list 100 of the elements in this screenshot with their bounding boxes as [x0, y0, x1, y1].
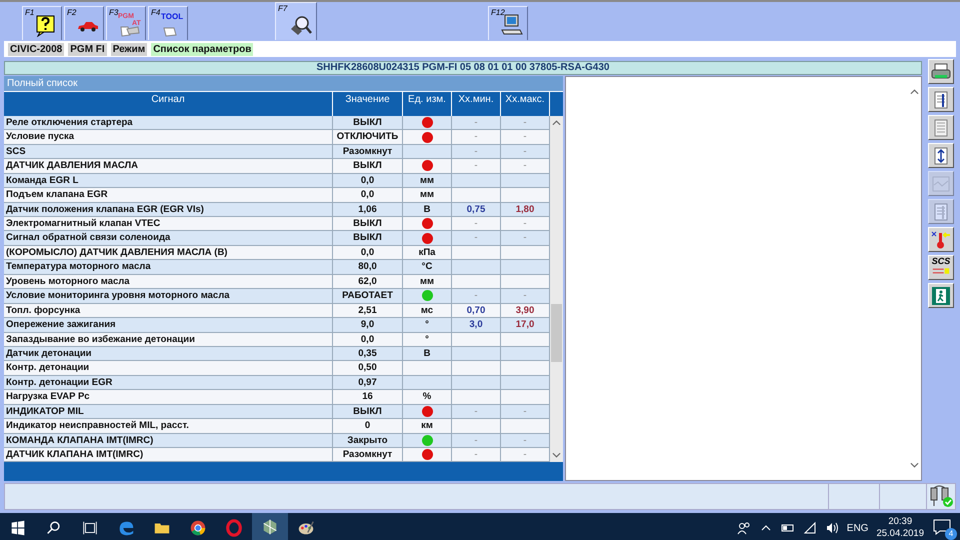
table-cell: 3,90	[516, 304, 534, 316]
table-row[interactable]: ДАТЧИК ДАВЛЕНИЯ МАСЛА ВЫКЛ - -	[4, 159, 550, 174]
table-row[interactable]: Контр. детонации EGR 0,97	[4, 376, 550, 390]
scrollbar[interactable]	[550, 116, 563, 462]
table-cell: 0,35	[358, 348, 377, 359]
table-cell: Разомкнут	[342, 146, 392, 157]
notification-count: 4	[945, 528, 957, 540]
table-row[interactable]: Условие пуска ОТКЛЮЧИТЬ - -	[4, 130, 550, 145]
table-cell: Температура моторного масла	[6, 261, 151, 272]
list-button[interactable]	[928, 115, 954, 140]
scroll-up-icon[interactable]	[552, 120, 561, 126]
plug-icon	[931, 266, 951, 276]
exit-button[interactable]	[928, 283, 954, 308]
clock-time[interactable]: 20:39	[888, 516, 912, 528]
table-cell: ОТКЛЮЧИТЬ	[336, 131, 398, 142]
updown-button[interactable]	[928, 143, 954, 168]
table-cell: Нагрузка EVAP Pc	[6, 391, 90, 402]
print-button[interactable]	[928, 59, 954, 84]
table-cell: -	[474, 449, 478, 460]
table-row[interactable]: Контр. детонации 0,50	[4, 361, 550, 376]
table-row[interactable]: ИНДИКАТОР MIL ВЫКЛ - -	[4, 404, 550, 420]
table-cell: Условие пуска	[6, 131, 74, 142]
table-row[interactable]: ДАТЧИК КЛАПАНА IMT(IMRC) Разомкнут - -	[4, 448, 550, 462]
people-icon[interactable]	[736, 521, 751, 535]
table-row[interactable]: Топл. форсунка 2,51 мс 0,70 3,90	[4, 304, 550, 318]
table-row[interactable]: Запаздывание во избежание детонации 0,0 °	[4, 332, 550, 347]
scroll-down-icon[interactable]	[910, 462, 918, 468]
table-cell: Условие мониторинга уровня моторного масла	[6, 290, 230, 302]
table-cell: мс	[420, 304, 434, 316]
table-cell: 0,0	[360, 189, 374, 200]
table-cell: Топл. форсунка	[6, 304, 80, 316]
function-tab[interactable]: F7	[275, 2, 317, 40]
table-cell: 0,50	[358, 362, 377, 374]
table-row[interactable]: Условие мониторинга уровня моторного масла РАБОТАЕТ - -	[4, 289, 550, 304]
table-cell: 0,0	[360, 246, 374, 258]
table-cell: -	[523, 218, 527, 229]
table-row[interactable]: Подъем клапана EGR 0,0 мм	[4, 188, 550, 203]
table-cell: Датчик детонации	[6, 348, 92, 359]
table-row[interactable]: Опережение зажигания 9,0 ° 3,0 17,0	[4, 318, 550, 332]
table-cell: °	[425, 334, 429, 344]
function-tab[interactable]: F1	[22, 6, 62, 40]
function-tab[interactable]: F2	[64, 6, 104, 40]
car-icon	[76, 21, 100, 32]
table-row[interactable]: SCS Разомкнут - -	[4, 144, 550, 160]
table-row[interactable]: Электромагнитный клапан VTEC ВЫКЛ - -	[4, 217, 550, 232]
table-cell: ВЫКЛ	[353, 232, 382, 244]
table-cell: ВЫКЛ	[353, 218, 382, 229]
table-cell: -	[523, 131, 527, 142]
table-cell: Реле отключения стартера	[6, 116, 133, 128]
table-cell: КОМАНДА КЛАПАНА IMT(IMRC)	[6, 434, 154, 446]
table-cell: %	[422, 391, 432, 402]
table-row[interactable]: Датчик положения клапана EGR (EGR VIs) 1,06 В 0,75 1,80	[4, 202, 550, 217]
function-tab[interactable]: F12	[488, 6, 528, 40]
table-cell: Закрыто	[347, 434, 388, 446]
table-cell: км	[421, 420, 433, 432]
breadcrumb-item: CIVIC-2008	[8, 42, 64, 56]
table-row[interactable]: Индикатор неисправностей MIL, расст. 0 км	[4, 419, 550, 434]
windows-start-icon[interactable]	[9, 519, 27, 537]
table-row[interactable]: КОМАНДА КЛАПАНА IMT(IMRC) Закрыто - -	[4, 434, 550, 448]
table-row[interactable]: Нагрузка EVAP Pc 16 %	[4, 390, 550, 405]
scs-button[interactable]: SCS	[928, 255, 954, 280]
language-indicator[interactable]: ENG	[846, 522, 868, 534]
table-row[interactable]: Сигнал обратной связи соленоида ВЫКЛ - -	[4, 231, 550, 246]
table-cell: -	[523, 406, 527, 417]
scrollbar-thumb[interactable]	[551, 304, 562, 362]
table-cell: 0,0	[360, 174, 374, 186]
table-cell: Контр. детонации EGR	[6, 376, 112, 388]
table-cell: SCS	[6, 146, 26, 157]
computer-icon	[500, 13, 524, 37]
table-row[interactable]: Команда EGR L 0,0 мм	[4, 174, 550, 188]
palette-icon[interactable]	[297, 519, 315, 537]
table-cell: -	[474, 116, 478, 128]
function-tab[interactable]: F4TOOL	[148, 6, 188, 40]
table-row[interactable]: Уровень моторного масла 62,0 мм	[4, 274, 550, 290]
table-cell: -	[523, 290, 527, 302]
table-row[interactable]: (КОРОМЫСЛО) ДАТЧИК ДАВЛЕНИЯ МАСЛА (B) 0,0 кПа	[4, 246, 550, 260]
select-button[interactable]	[928, 87, 954, 112]
table-cell: ВЫКЛ	[353, 116, 382, 128]
thermo-button[interactable]	[928, 227, 954, 252]
table-cell: Разомкнут	[342, 449, 392, 460]
table-cell: -	[523, 449, 527, 460]
table-cell: 0,97	[358, 376, 377, 388]
volume-icon[interactable]	[824, 521, 839, 535]
breadcrumb-item: Список параметров	[151, 42, 254, 56]
notification-icon[interactable]	[932, 518, 952, 536]
scroll-up-icon[interactable]	[910, 89, 918, 95]
breadcrumb-item: Режим	[110, 42, 148, 56]
table-row[interactable]: Температура моторного масла 80,0 °C	[4, 260, 550, 275]
scroll-down-icon[interactable]	[552, 452, 561, 458]
table-row[interactable]: Реле отключения стартера ВЫКЛ - -	[4, 116, 550, 130]
browser-icon[interactable]	[189, 519, 207, 537]
table-cell: 1,06	[358, 204, 377, 215]
table-cell: -	[523, 232, 527, 244]
wifi-icon[interactable]	[802, 521, 817, 535]
task-view-icon[interactable]	[81, 519, 99, 537]
table-cell: 62,0	[358, 276, 377, 287]
clock-date[interactable]: 25.04.2019	[876, 528, 924, 540]
table-row[interactable]: Датчик детонации 0,35 В	[4, 346, 550, 362]
app-icon[interactable]	[261, 518, 279, 536]
table-cell: мм	[420, 276, 434, 287]
